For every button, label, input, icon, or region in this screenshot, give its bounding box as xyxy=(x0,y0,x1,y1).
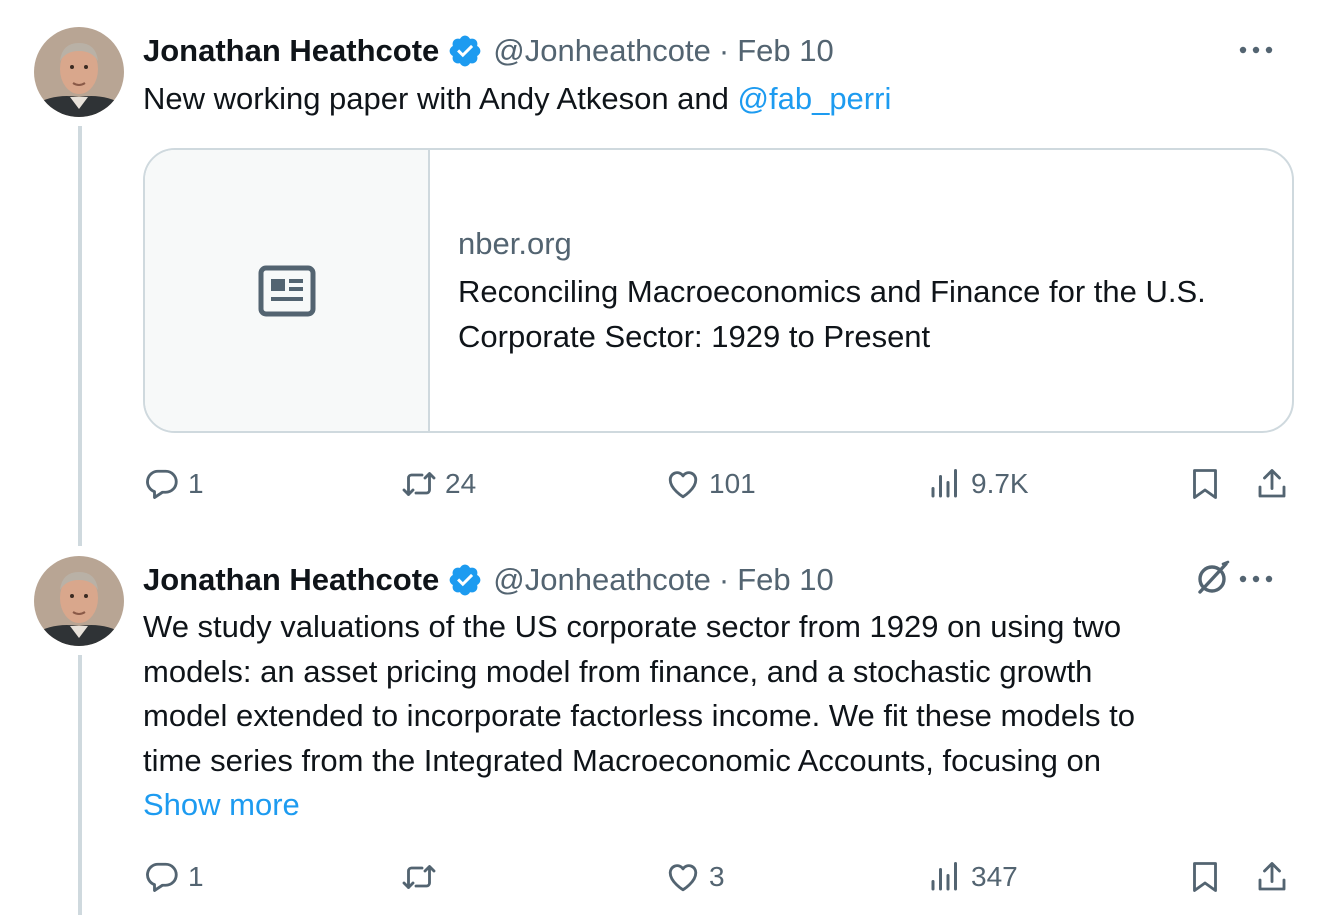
views-icon xyxy=(931,862,957,891)
tweet[interactable]: Jonathan Heathcote @Jonheathcote · Feb 1… xyxy=(0,556,1328,915)
author-name[interactable]: Jonathan Heathcote xyxy=(143,33,439,69)
share-icon xyxy=(1258,862,1286,891)
mention-link[interactable]: @fab_perri xyxy=(738,81,892,116)
verified-badge-icon xyxy=(447,562,483,598)
repost-icon xyxy=(402,865,436,889)
separator-dot: · xyxy=(718,33,730,68)
reply-icon xyxy=(146,862,178,892)
reply-button[interactable]: 1 xyxy=(144,852,204,902)
grok-button[interactable] xyxy=(1192,558,1232,598)
tweet-date[interactable]: Feb 10 xyxy=(737,33,834,69)
reply-button[interactable]: 1 xyxy=(144,459,204,509)
like-icon xyxy=(668,864,698,892)
like-button[interactable]: 3 xyxy=(665,852,725,902)
tweet[interactable]: Jonathan Heathcote @Jonheathcote · Feb 1… xyxy=(0,27,1328,517)
repost-button[interactable] xyxy=(401,852,445,902)
like-count: 101 xyxy=(709,468,756,499)
card-thumbnail xyxy=(145,150,430,431)
tweet-actions: 1 3 347 xyxy=(0,852,1328,902)
like-icon xyxy=(668,471,698,499)
repost-button[interactable]: 24 xyxy=(401,459,476,509)
like-button[interactable]: 101 xyxy=(665,459,756,509)
like-count: 3 xyxy=(709,861,725,892)
views-count: 9.7K xyxy=(971,468,1029,499)
bookmark-icon xyxy=(1193,469,1217,499)
repost-count: 24 xyxy=(445,468,477,499)
tweet-text: We study valuations of the US corporate … xyxy=(143,605,1293,828)
tweet-actions: 1 24 101 9.7K xyxy=(0,459,1328,509)
views-count: 347 xyxy=(971,861,1018,892)
more-icon xyxy=(1239,46,1273,54)
author-handle[interactable]: @Jonheathcote xyxy=(493,33,711,69)
tweet-header: Jonathan Heathcote @Jonheathcote · Feb 1… xyxy=(143,558,834,602)
more-options-button[interactable] xyxy=(1236,35,1276,65)
author-name[interactable]: Jonathan Heathcote xyxy=(143,562,439,598)
tweet-text: New working paper with Andy Atkeson and … xyxy=(143,77,1293,122)
link-card[interactable]: nber.org Reconciling Macroeconomics and … xyxy=(143,148,1294,433)
bookmark-button[interactable] xyxy=(1187,459,1223,509)
author-handle[interactable]: @Jonheathcote xyxy=(493,562,711,598)
share-icon xyxy=(1258,469,1286,498)
card-title: Reconciling Macroeconomics and Finance f… xyxy=(458,274,1206,354)
tweet-text-line: model extended to incorporate factorless… xyxy=(143,698,1135,733)
avatar[interactable] xyxy=(34,27,124,117)
more-icon xyxy=(1239,575,1273,583)
tweet-text-line: models: an asset pricing model from fina… xyxy=(143,653,1093,689)
tweet-text-line: time series from the Integrated Macroeco… xyxy=(143,742,1102,778)
share-button[interactable] xyxy=(1254,459,1290,509)
article-icon xyxy=(258,265,315,316)
tweet-date[interactable]: Feb 10 xyxy=(737,562,834,598)
card-body: nber.org Reconciling Macroeconomics and … xyxy=(430,150,1258,431)
separator-dot: · xyxy=(718,562,730,597)
more-options-button[interactable] xyxy=(1236,564,1276,594)
verified-badge-icon xyxy=(447,33,483,69)
avatar[interactable] xyxy=(34,556,124,646)
show-more-link[interactable]: Show more xyxy=(143,783,1293,828)
repost-icon xyxy=(402,472,436,496)
reply-count: 1 xyxy=(188,861,204,892)
card-domain: nber.org xyxy=(458,226,572,261)
tweet-text-body: New working paper with Andy Atkeson and xyxy=(143,81,738,116)
views-button[interactable]: 9.7K xyxy=(927,459,1029,509)
views-icon xyxy=(931,469,957,498)
share-button[interactable] xyxy=(1254,852,1290,902)
tweet-header: Jonathan Heathcote @Jonheathcote · Feb 1… xyxy=(143,29,834,73)
bookmark-button[interactable] xyxy=(1187,852,1223,902)
grok-icon xyxy=(1198,560,1230,594)
views-button[interactable]: 347 xyxy=(927,852,1018,902)
reply-icon xyxy=(146,469,178,499)
reply-count: 1 xyxy=(188,468,204,499)
bookmark-icon xyxy=(1193,862,1217,892)
tweet-text-line: We study valuations of the US corporate … xyxy=(143,609,1122,644)
